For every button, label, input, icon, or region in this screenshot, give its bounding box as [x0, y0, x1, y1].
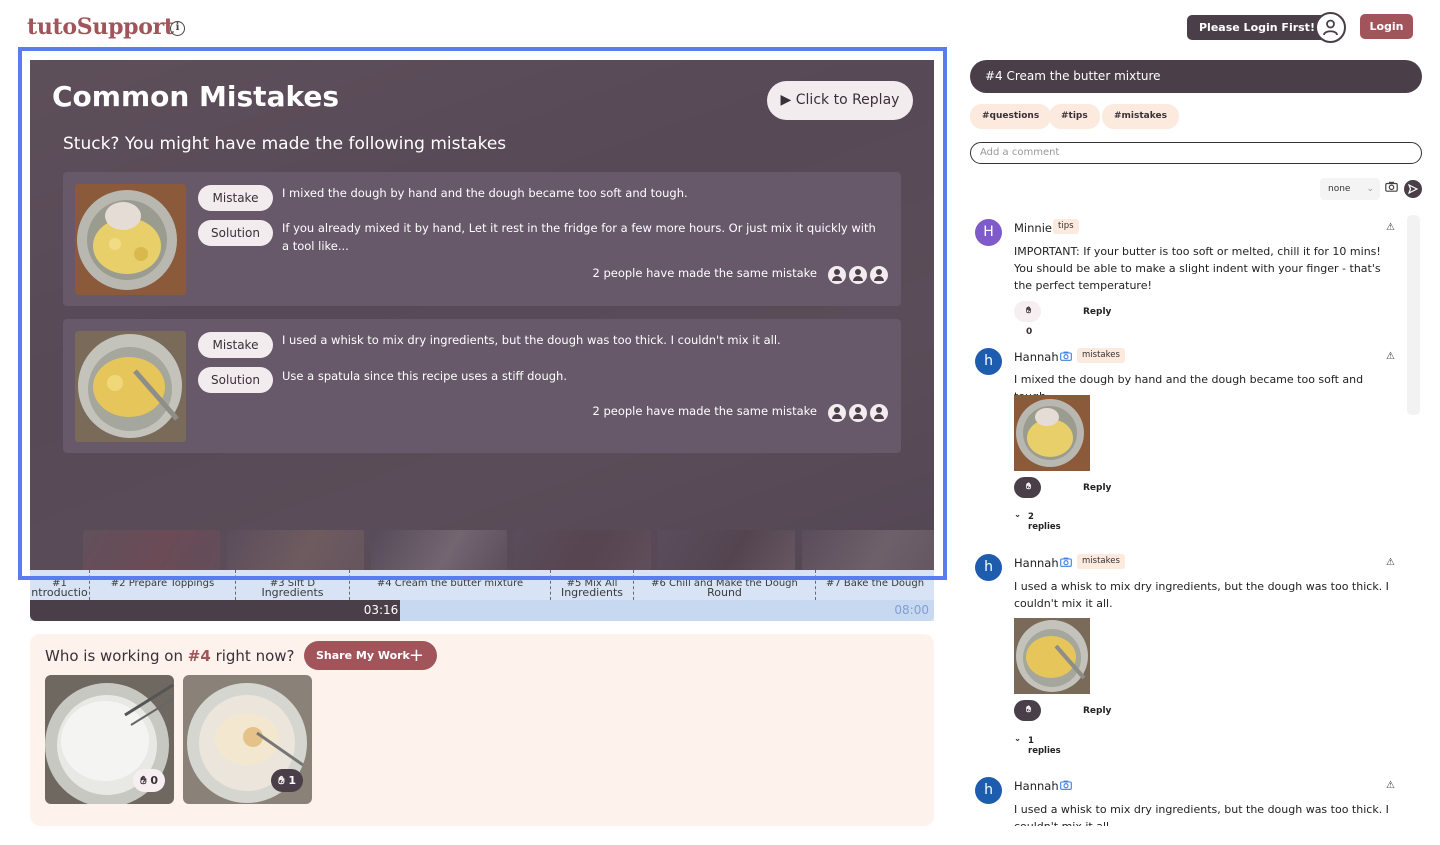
- shared-work-card[interactable]: ✋︎ 0: [45, 675, 174, 804]
- clap-button[interactable]: ✋︎ 0: [1014, 301, 1042, 337]
- send-icon: [1408, 184, 1418, 194]
- send-button[interactable]: [1404, 180, 1422, 198]
- user-icon: [1323, 19, 1338, 36]
- chevron-down-icon: ⌄: [1014, 734, 1022, 744]
- current-step-title: #4 Cream the butter mixture: [970, 60, 1422, 93]
- avatar: h: [975, 777, 1002, 804]
- view-replies-toggle[interactable]: ⌄ 2 replies: [1014, 510, 1061, 532]
- comment-author: Minnie: [1014, 221, 1052, 235]
- tag-questions[interactable]: #questions: [970, 104, 1052, 129]
- reply-button[interactable]: Reply: [1083, 307, 1111, 317]
- login-tooltip: Please Login First!: [1187, 15, 1334, 40]
- share-my-work-button[interactable]: Share My Work +: [304, 641, 437, 670]
- app-logo[interactable]: tutoSupport: [27, 14, 174, 40]
- comment-author: Hannah: [1014, 556, 1059, 570]
- comment-author: Hannah: [1014, 779, 1059, 793]
- clap-button[interactable]: ✋︎ 2: [1014, 700, 1042, 736]
- tag-mistakes[interactable]: #mistakes: [1102, 104, 1179, 129]
- timeline-progress[interactable]: [30, 600, 400, 621]
- timeline-remaining[interactable]: [399, 600, 934, 621]
- chevron-down-icon: ⌄: [1366, 184, 1374, 194]
- comment-author: Hannah: [1014, 350, 1059, 364]
- report-icon[interactable]: ⚠︎: [1386, 780, 1395, 791]
- comment-tag: tips: [1053, 219, 1079, 234]
- who-is-working-panel: Who is working on #4 right now? Share My…: [30, 634, 934, 826]
- total-time: 08:00: [894, 603, 929, 617]
- tag-tips[interactable]: #tips: [1049, 104, 1100, 129]
- reply-button[interactable]: Reply: [1083, 706, 1111, 716]
- list-fade: [960, 826, 1440, 845]
- comment-image[interactable]: [1014, 618, 1090, 694]
- plus-icon: +: [408, 645, 424, 666]
- report-icon[interactable]: ⚠︎: [1386, 222, 1395, 233]
- camera-icon: [1060, 780, 1072, 790]
- current-step-number: #4: [187, 647, 211, 665]
- report-icon[interactable]: ⚠︎: [1386, 351, 1395, 362]
- who-is-working-title: Who is working on #4 right now?: [45, 647, 295, 665]
- reply-button[interactable]: Reply: [1083, 483, 1111, 493]
- camera-icon: [1060, 557, 1072, 567]
- view-replies-toggle[interactable]: ⌄ 1 replies: [1014, 734, 1061, 756]
- report-icon[interactable]: ⚠︎: [1386, 557, 1395, 568]
- clap-count[interactable]: ✋︎ 1: [271, 769, 303, 792]
- comment-text: IMPORTANT: If your butter is too soft or…: [1014, 245, 1381, 292]
- chevron-down-icon: ⌄: [1014, 510, 1022, 520]
- user-avatar-button[interactable]: [1315, 12, 1346, 43]
- info-icon[interactable]: i: [170, 21, 185, 36]
- comments-scrollbar[interactable]: [1407, 215, 1420, 415]
- highlight-frame: [18, 47, 947, 580]
- tag-filter-select[interactable]: none ⌄: [1320, 178, 1380, 200]
- comment-text: I used a whisk to mix dry ingredients, b…: [1014, 580, 1389, 610]
- avatar: h: [975, 554, 1002, 581]
- camera-icon[interactable]: [1385, 181, 1398, 192]
- clap-count[interactable]: ✋︎ 0: [133, 769, 165, 792]
- page: tutoSupport i Please Login First! Login …: [0, 0, 1440, 845]
- login-button[interactable]: Login: [1360, 14, 1413, 39]
- comment-input[interactable]: Add a comment: [970, 142, 1422, 164]
- avatar: h: [975, 348, 1002, 375]
- current-time: 03:16: [363, 603, 399, 617]
- comment-tag: mistakes: [1077, 554, 1125, 569]
- clap-button[interactable]: ✋︎ 2: [1014, 477, 1042, 513]
- shared-work-card[interactable]: ✋︎ 1: [183, 675, 312, 804]
- comment-image[interactable]: [1014, 395, 1090, 471]
- avatar: H: [975, 219, 1002, 246]
- comment-tag: mistakes: [1077, 348, 1125, 363]
- camera-icon: [1060, 351, 1072, 361]
